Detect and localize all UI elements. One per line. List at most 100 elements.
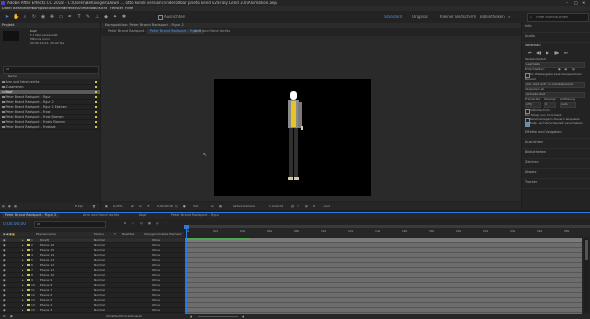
project-search-input[interactable]: ρ▾: [3, 66, 99, 74]
layer-mode[interactable]: Normal: [94, 259, 105, 262]
layer-parent[interactable]: Ohne: [152, 244, 160, 247]
previous-frame-icon[interactable]: ◀▮: [536, 51, 541, 55]
expand-icon[interactable]: ▸: [22, 289, 24, 292]
layer-label-color[interactable]: [27, 238, 30, 242]
layer-name[interactable]: Ebene 10: [40, 274, 54, 277]
framerate-dropdown[interactable]: (25): [525, 102, 541, 108]
selection-tool-icon[interactable]: ➤: [4, 14, 10, 20]
snap-checkbox[interactable]: [158, 15, 163, 20]
comp-mini-flowchart-icon[interactable]: ⧉: [124, 222, 126, 225]
workspace-small-screen[interactable]: Kleiner Bildschirm: [440, 15, 476, 19]
expand-icon[interactable]: ▸: [22, 279, 24, 282]
layer-label-color[interactable]: [27, 308, 30, 312]
mask-icon[interactable]: ✣: [147, 205, 150, 208]
layer-label-color[interactable]: [27, 253, 30, 257]
project-panel-title[interactable]: Projekt: [0, 23, 100, 27]
layer-name[interactable]: Ebene 5: [40, 299, 52, 302]
puppet-tool-icon[interactable]: ✱: [121, 14, 127, 20]
play-icon[interactable]: ▶: [546, 51, 549, 55]
layer-parent[interactable]: Ohne: [152, 304, 160, 307]
visibility-icon[interactable]: ◉: [3, 284, 6, 287]
layer-mode[interactable]: Normal: [94, 294, 105, 297]
composition-viewer[interactable]: ↖: [101, 36, 521, 201]
layer-name[interactable]: Ebene 14: [40, 254, 54, 257]
grid-icon[interactable]: ⊞: [131, 205, 134, 208]
timeline-timecode[interactable]: 0;00;00;00: [3, 222, 26, 226]
expand-icon[interactable]: ▸: [22, 269, 24, 272]
layer-parent[interactable]: Ohne: [152, 309, 160, 312]
resolution-dropdown[interactable]: Voll: [193, 205, 198, 208]
layer-parent[interactable]: Ohne: [152, 284, 160, 287]
expand-icon[interactable]: ▸: [22, 304, 24, 307]
paragraph-section[interactable]: Absatz: [522, 169, 590, 179]
new-folder-icon[interactable]: ▣: [8, 205, 11, 208]
playhead[interactable]: [186, 225, 187, 319]
preview-title[interactable]: Vorschau: [525, 44, 541, 47]
timeline-tab-figur[interactable]: Peter Brand Radsport - Figur: [168, 213, 222, 218]
rectangle-tool-icon[interactable]: ▭: [58, 14, 64, 20]
label-color[interactable]: [94, 125, 97, 129]
first-frame-icon[interactable]: ⏮: [528, 51, 532, 55]
label-color[interactable]: [94, 100, 97, 104]
brush-tool-icon[interactable]: ✎: [85, 14, 91, 20]
composition-title[interactable]: Komposition: Peter Brand Radsport - Figu…: [101, 23, 521, 27]
label-color[interactable]: [94, 110, 97, 114]
trash-icon[interactable]: 🗑: [92, 205, 96, 208]
align-section[interactable]: Ausrichten: [522, 139, 590, 149]
visibility-icon[interactable]: ◉: [3, 279, 6, 282]
effects-presets-section[interactable]: Effekte und Vorgaben: [522, 129, 590, 139]
always-preview-icon[interactable]: ▣: [105, 205, 108, 208]
layer-name[interactable]: Ebene 15: [40, 249, 54, 252]
layer-name[interactable]: Ebene 16: [40, 244, 54, 247]
expand-icon[interactable]: ▸: [22, 249, 24, 252]
visibility-icon[interactable]: ◉: [3, 274, 6, 277]
timeline-scrollbar-thumb[interactable]: [585, 240, 588, 260]
layer-mode[interactable]: Normal: [94, 269, 105, 272]
col-parent[interactable]: Übergeordnetes Element: [144, 233, 182, 236]
menu-hilfe[interactable]: Hilfe: [125, 7, 133, 11]
expand-icon[interactable]: ▸: [22, 259, 24, 262]
layer-parent[interactable]: Ohne: [152, 264, 160, 267]
layer-parent[interactable]: Ohne: [152, 289, 160, 292]
minimize-icon[interactable]: –: [566, 1, 568, 5]
resolution-dropdown-right[interactable]: Auto: [560, 102, 576, 108]
bit-depth-label[interactable]: 8 bpc: [75, 205, 83, 208]
layer-mode[interactable]: Normal: [94, 264, 105, 267]
include-video-icon[interactable]: ▣: [558, 68, 561, 71]
clone-stamp-tool-icon[interactable]: ⊥: [94, 14, 100, 20]
timeline-icon[interactable]: ▤: [305, 205, 308, 208]
visibility-icon[interactable]: ◉: [3, 304, 6, 307]
col-trkmat[interactable]: BewMas: [122, 233, 134, 236]
timeline-tab-arm[interactable]: Arm und Hand rechts: [80, 213, 122, 218]
menu-komposition[interactable]: Komposition: [32, 7, 54, 11]
layer-parent[interactable]: Ohne: [152, 259, 160, 262]
expand-icon[interactable]: ▸: [22, 239, 24, 242]
visibility-icon[interactable]: ◉: [3, 254, 6, 257]
label-color[interactable]: [94, 105, 97, 109]
col-t[interactable]: T: [114, 233, 116, 236]
layer-parent[interactable]: Ohne: [152, 274, 160, 277]
layer-mode[interactable]: Normal: [94, 304, 105, 307]
camera-view-dropdown[interactable]: Aktive Kamera: [233, 205, 255, 208]
layer-label-color[interactable]: [27, 288, 30, 292]
visibility-icon[interactable]: ◉: [3, 294, 6, 297]
comp-tab-arm[interactable]: Arm und Hand rechts: [191, 29, 233, 34]
libraries-section[interactable]: Bibliotheken: [522, 149, 590, 159]
snapshot-icon[interactable]: ◎: [175, 205, 178, 208]
time-ruler[interactable]: 0s 02s 04s 06s 08s 10s 12s 14s 16s 18s 2…: [185, 225, 590, 237]
layer-mode[interactable]: Normal: [94, 289, 105, 292]
close-icon[interactable]: ✕: [582, 1, 585, 5]
layer-label-color[interactable]: [27, 278, 30, 282]
last-frame-icon[interactable]: ⏭: [564, 51, 568, 55]
layer-parent[interactable]: Ohne: [152, 249, 160, 252]
layer-mode[interactable]: Normal: [94, 284, 105, 287]
layer-parent[interactable]: Ohne: [152, 279, 160, 282]
layer-name[interactable]: Ebene 6: [40, 294, 52, 297]
character-figure[interactable]: [280, 91, 306, 194]
layer-mode[interactable]: Normal: [94, 239, 105, 242]
eraser-tool-icon[interactable]: ◆: [103, 14, 109, 20]
pen-tool-icon[interactable]: ✒: [67, 14, 73, 20]
info-section[interactable]: Info: [522, 23, 590, 33]
timeline-scrollbar[interactable]: [584, 238, 589, 313]
layer-name[interactable]: Ebene 11: [40, 269, 54, 272]
